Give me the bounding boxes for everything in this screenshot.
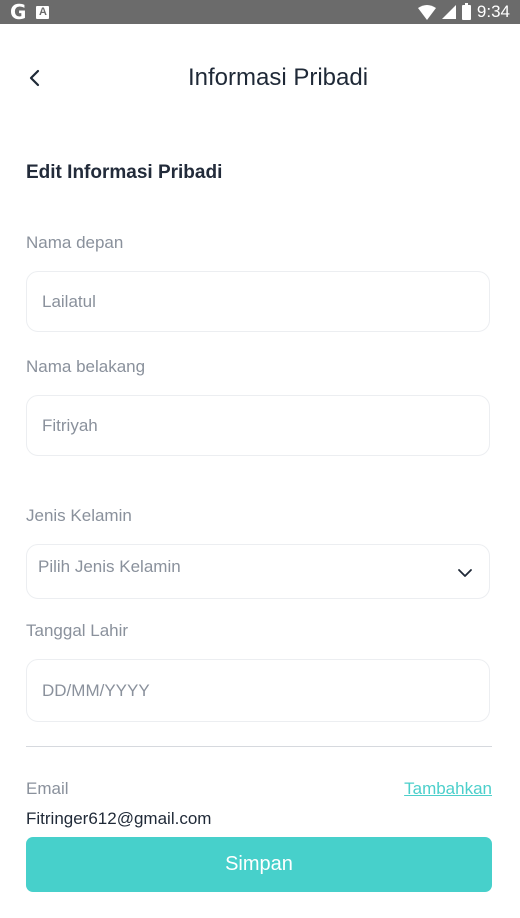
a-icon: A	[36, 5, 50, 19]
gender-select[interactable]: Pilih Jenis Kelamin	[26, 544, 490, 599]
status-bar: G A 9:34	[0, 0, 520, 24]
gender-placeholder: Pilih Jenis Kelamin	[38, 557, 181, 576]
birthdate-placeholder: DD/MM/YYYY	[42, 680, 150, 700]
status-bar-left: G A	[10, 0, 50, 24]
wifi-icon	[417, 4, 436, 20]
add-email-link[interactable]: Tambahkan	[404, 779, 492, 799]
save-button[interactable]: Simpan	[26, 837, 492, 892]
birthdate-field[interactable]: DD/MM/YYYY	[26, 659, 490, 722]
divider	[26, 746, 492, 747]
google-icon: G	[10, 0, 27, 24]
last-name-label: Nama belakang	[26, 357, 146, 376]
first-name-value: Lailatul	[42, 291, 96, 311]
signal-icon	[441, 5, 456, 19]
section-title: Edit Informasi Pribadi	[26, 162, 223, 183]
battery-icon	[461, 2, 471, 20]
status-bar-right: 9:34	[417, 2, 510, 22]
birthdate-label: Tanggal Lahir	[26, 621, 129, 640]
email-label: Email	[26, 779, 69, 798]
first-name-field[interactable]: Lailatul	[26, 271, 490, 332]
last-name-field[interactable]: Fitriyah	[26, 395, 490, 456]
status-time: 9:34	[476, 2, 510, 21]
page-title: Informasi Pribadi	[187, 64, 369, 91]
first-name-label: Nama depan	[26, 233, 124, 252]
chevron-down-icon	[458, 569, 472, 577]
gender-label: Jenis Kelamin	[26, 506, 132, 525]
last-name-value: Fitriyah	[42, 415, 98, 435]
email-value: Fitringer612@gmail.com	[26, 809, 212, 828]
